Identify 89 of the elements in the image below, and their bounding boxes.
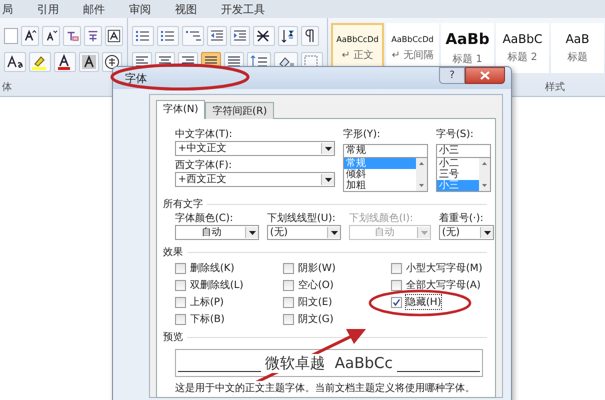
field-label: 字形(Y): [343, 128, 382, 141]
close-icon [480, 71, 490, 80]
checkbox-label: 阴影(W) [298, 262, 336, 275]
dropdown-arrow-icon [324, 146, 332, 150]
increase-indent-icon[interactable] [230, 26, 250, 46]
field-label: 下划线线型(U): [267, 212, 336, 225]
ribbon-tab[interactable]: 局 [2, 2, 13, 16]
dropdown-arrow-icon [248, 230, 256, 234]
change-case-icon[interactable] [4, 52, 26, 72]
checkbox[interactable] [175, 262, 186, 274]
checkbox-label: 上标(P) [190, 296, 224, 309]
help-button[interactable]: ? [439, 67, 465, 84]
font-dropdown[interactable]: +西文正文 [175, 172, 335, 187]
checkbox[interactable] [175, 314, 186, 324]
ribbon-tab[interactable]: 开发工具 [221, 2, 265, 16]
checkbox-label: 小型大写字母(M) [406, 262, 482, 275]
sort-icon[interactable] [278, 26, 298, 46]
shrink-font-icon[interactable] [42, 26, 60, 46]
section-label: 效果 [163, 246, 183, 259]
text-field[interactable]: 常规 [343, 144, 428, 158]
decrease-indent-icon[interactable] [207, 26, 227, 46]
checkbox-label: 隐藏(H) [406, 295, 442, 309]
section-label: 所有文字 [163, 198, 203, 211]
checkbox-label: 阴文(G) [298, 312, 334, 326]
dropdown[interactable]: 自动 [175, 225, 259, 240]
checkbox-label: 双删除线(L) [190, 278, 244, 292]
checkbox[interactable] [175, 280, 186, 290]
ribbon-tab[interactable]: 邮件 [83, 2, 105, 16]
list-item[interactable]: 小二 [437, 158, 479, 169]
dropdown-arrow-icon [420, 230, 428, 234]
preview-sample-text: 微软卓越 AaBbCc [265, 354, 393, 372]
multilevel-list-icon[interactable] [182, 26, 204, 46]
field-label: 字体颜色(C): [175, 212, 234, 225]
list-item[interactable]: 倾斜 [344, 169, 416, 180]
list-item[interactable]: 三号 [437, 169, 479, 180]
font-dropdown[interactable]: +中文正文 [175, 141, 335, 156]
ribbon-tab[interactable]: 审阅 [129, 2, 151, 16]
phonetic-guide-icon[interactable] [84, 26, 102, 46]
enclose-char-icon[interactable] [102, 52, 122, 72]
field-label: 中文字体(T): [175, 128, 234, 141]
checkbox-label: 全部大写字母(A) [406, 278, 481, 292]
close-button[interactable] [465, 67, 505, 84]
style-gallery-item[interactable]: AaB 标题 [551, 23, 604, 73]
style-gallery-item[interactable]: AaBbC 标题 2 [496, 23, 549, 73]
checkbox[interactable] [175, 296, 186, 308]
ribbon-tab[interactable]: 引用 [37, 2, 59, 16]
asian-layout-icon[interactable] [253, 26, 275, 46]
list-item[interactable]: 加粗 [344, 180, 416, 191]
checkbox[interactable] [283, 296, 294, 308]
dropdown-arrow-icon [330, 230, 338, 234]
font-color-icon[interactable] [54, 52, 76, 72]
field-label: 下划线颜色(I): [349, 212, 414, 225]
checkbox-label: 空心(O) [298, 278, 334, 292]
numbering-icon[interactable] [157, 26, 179, 46]
dialog-tab[interactable]: 字体(N) [156, 100, 206, 119]
field-label: 字号(S): [436, 128, 475, 141]
checkbox[interactable] [391, 262, 402, 274]
bullets-icon[interactable] [132, 26, 154, 46]
ribbon-tab[interactable]: 视图 [175, 2, 197, 16]
paragraph-mark-icon[interactable] [301, 26, 319, 46]
char-shading-icon[interactable] [79, 52, 99, 72]
checkbox-label: 阳文(E) [298, 296, 332, 309]
checkbox-label: 下标(B) [190, 312, 225, 326]
field-label: 着重号(·): [439, 212, 484, 225]
scrollbar-drawing[interactable] [416, 158, 427, 191]
checkbox[interactable] [283, 280, 294, 290]
dropdown-arrow-icon [484, 230, 490, 234]
dropdown: 自动 [349, 225, 431, 240]
checkbox[interactable] [283, 314, 294, 324]
text-field[interactable]: 小三 [436, 144, 491, 158]
dialog-tab[interactable]: 字符间距(R) [205, 102, 274, 119]
grow-font-icon[interactable] [21, 26, 40, 46]
dialog-title: 字体 [125, 70, 147, 86]
highlight-icon[interactable] [29, 52, 51, 72]
char-border-icon[interactable] [105, 26, 123, 46]
section-label: 预览 [163, 331, 183, 344]
dropdown-arrow-icon [324, 178, 332, 182]
group-label: 体 [2, 81, 12, 94]
dropdown[interactable]: (无) [439, 225, 494, 240]
checkbox[interactable] [391, 280, 402, 290]
checkbox[interactable] [391, 296, 402, 308]
font-size-field[interactable] [4, 28, 18, 44]
checkbox-label: 删除线(K) [190, 262, 234, 275]
dropdown[interactable]: (无) [267, 225, 341, 240]
group-label: 样式 [545, 80, 565, 94]
field-label: 西文字体(F): [175, 159, 233, 172]
scrollbar-drawing[interactable] [479, 158, 490, 191]
checkbox[interactable] [283, 262, 294, 274]
clear-format-icon[interactable] [63, 26, 82, 46]
